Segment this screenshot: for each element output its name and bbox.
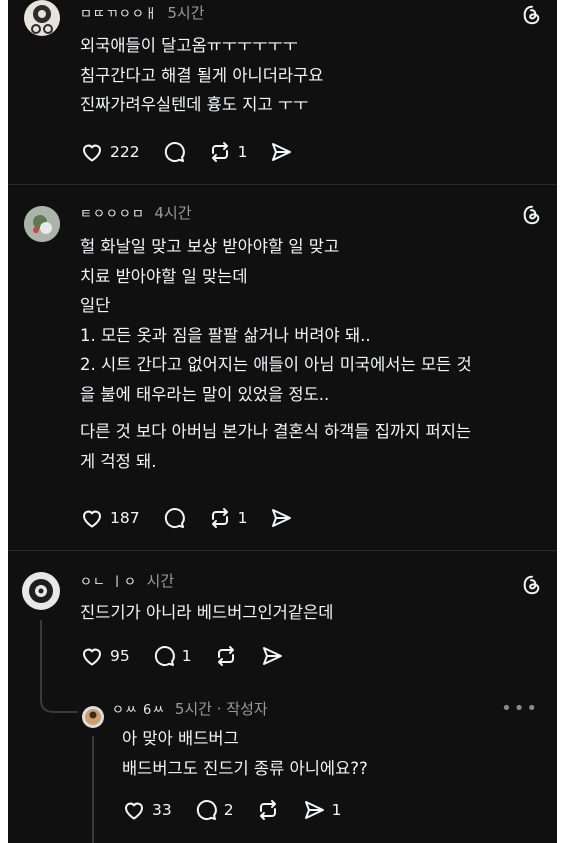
comment-post-3: ㅇㄴ ㅣㅇ 시간 진드기가 아니라 베드버그인거같은데 95 1 ㅇㅆ 6ㅆ 5… (8, 550, 557, 843)
threads-logo-icon[interactable] (521, 574, 543, 596)
comment-post-2: ㅌㅇㅇㅇㅁ 4시간 헐 화날일 맞고 보상 받아야할 일 맞고 치료 받아야할 … (8, 184, 557, 551)
more-options-icon[interactable]: ••• (501, 698, 539, 719)
comment-button[interactable]: 2 (194, 798, 234, 822)
post-body: 외국애들이 달고옴ㅠㅜㅜㅜㅜㅜ 침구간다고 해결 될게 아니더라구요 진짜가려우… (80, 31, 540, 120)
share-button[interactable]: 1 (302, 798, 342, 822)
reply-avatar[interactable] (82, 706, 104, 728)
username[interactable]: ㅇㅆ 6ㅆ (112, 703, 165, 718)
share-count: 1 (331, 801, 342, 819)
send-icon (262, 647, 282, 665)
repost-count: 1 (237, 143, 248, 161)
post-line: 헐 화날일 맞고 보상 받아야할 일 맞고 (80, 237, 340, 256)
post-line: 배드버그도 진드기 종류 아니에요?? (122, 758, 368, 778)
timestamp: 시간 (146, 572, 175, 590)
like-count: 222 (110, 143, 140, 161)
avatar[interactable] (24, 206, 60, 242)
timestamp: 5시간 (174, 700, 212, 718)
post-body: 헐 화날일 맞고 보상 받아야할 일 맞고 치료 받아야할 일 맞는데 일단 1… (80, 232, 550, 476)
post-line: 침구간다고 해결 될게 아니더라구요 (80, 65, 324, 85)
like-button[interactable]: 187 (80, 506, 140, 530)
repost-button[interactable] (214, 644, 238, 668)
comment-button[interactable] (162, 140, 186, 164)
comment-icon (164, 142, 185, 163)
username[interactable]: ㅇㄴ ㅣㅇ (80, 575, 137, 590)
post-meta: ㅁㄸㄲㅇㅇㅐ 5시간 (80, 2, 204, 23)
comment-count: 1 (181, 647, 192, 665)
username[interactable]: ㅌㅇㅇㅇㅁ (80, 207, 145, 222)
like-button[interactable]: 33 (122, 798, 172, 822)
heart-icon (124, 802, 144, 820)
timestamp: 5시간 (167, 4, 205, 22)
post-body: 진드기가 아니라 베드버그인거같은데 (80, 598, 540, 628)
post-line: 1. 모든 옷과 짐을 팔팔 삶거나 버려야 돼.. (80, 325, 371, 345)
share-button[interactable] (269, 506, 293, 530)
post-line: 일단 (80, 296, 111, 315)
heart-icon (82, 648, 102, 666)
thread-connector-line (40, 620, 42, 700)
post-line: 치료 받아야할 일 맞는데 (80, 266, 248, 286)
post-line: 외국애들이 달고옴ㅠㅜㅜㅜㅜㅜ (80, 36, 298, 55)
comment-button[interactable]: 1 (152, 644, 192, 668)
reply-action-bar: 33 2 1 (122, 798, 363, 822)
comment-button[interactable] (162, 506, 186, 530)
share-button[interactable] (269, 140, 293, 164)
post-line: 게 걱정 돼. (80, 451, 157, 471)
share-button[interactable] (260, 644, 284, 668)
heart-icon (82, 510, 102, 528)
threads-logo-icon[interactable] (521, 4, 543, 26)
repost-button[interactable]: 1 (208, 506, 248, 530)
repost-icon (211, 142, 228, 162)
avatar[interactable] (22, 572, 60, 610)
like-button[interactable]: 222 (80, 140, 140, 164)
like-count: 187 (110, 509, 140, 527)
post-line: 을 불에 태우라는 말이 있었을 정도.. (80, 384, 330, 404)
repost-button[interactable]: 1 (208, 140, 248, 164)
post-meta: ㅇㄴ ㅣㅇ 시간 (80, 570, 174, 591)
reply-thread-line (92, 736, 94, 843)
action-bar: 187 1 (80, 506, 315, 530)
comment-icon (154, 646, 175, 667)
send-icon (272, 143, 292, 161)
send-icon (304, 801, 324, 819)
repost-count: 1 (237, 509, 248, 527)
comment-icon (164, 508, 185, 529)
post-line: 진짜가려우실텐데 흉도 지고 ㅜㅜ (80, 95, 309, 114)
username[interactable]: ㅁㄸㄲㅇㅇㅐ (80, 7, 158, 22)
comment-icon (196, 800, 217, 821)
comment-post-1: ㅁㄸㄲㅇㅇㅐ 5시간 외국애들이 달고옴ㅠㅜㅜㅜㅜㅜ 침구간다고 해결 될게 아… (8, 0, 557, 185)
send-icon (272, 509, 292, 527)
repost-icon (259, 800, 276, 820)
action-bar: 222 1 (80, 140, 315, 164)
heart-icon (82, 144, 102, 162)
reply-body: 아 맞아 배드버그 배드버그도 진드기 종류 아니에요?? (122, 724, 542, 783)
reply-meta: ㅇㅆ 6ㅆ 5시간 · 작성자 (112, 698, 268, 719)
post-line: 아 맞아 배드버그 (122, 729, 239, 748)
author-tag: · 작성자 (216, 700, 268, 718)
like-button[interactable]: 95 (80, 644, 130, 668)
repost-icon (211, 508, 228, 528)
post-line: 진드기가 아니라 베드버그인거같은데 (80, 603, 334, 622)
post-line: 2. 시트 간다고 없어지는 애들이 아님 미국에서는 모든 것 (80, 355, 472, 374)
like-count: 33 (152, 801, 172, 819)
timestamp: 4시간 (154, 204, 192, 222)
repost-icon (217, 646, 234, 666)
post-line: 다른 것 보다 아버님 본가나 결혼식 하객들 집까지 퍼지는 (80, 422, 472, 441)
threads-logo-icon[interactable] (521, 204, 543, 226)
threads-comment-panel: ㅁㄸㄲㅇㅇㅐ 5시간 외국애들이 달고옴ㅠㅜㅜㅜㅜㅜ 침구간다고 해결 될게 아… (8, 0, 557, 843)
repost-button[interactable] (256, 798, 280, 822)
thread-reply-curve (40, 690, 78, 713)
avatar[interactable] (24, 0, 60, 36)
comment-count: 2 (223, 801, 234, 819)
post-meta: ㅌㅇㅇㅇㅁ 4시간 (80, 202, 192, 223)
action-bar: 95 1 (80, 644, 306, 668)
like-count: 95 (110, 647, 130, 665)
